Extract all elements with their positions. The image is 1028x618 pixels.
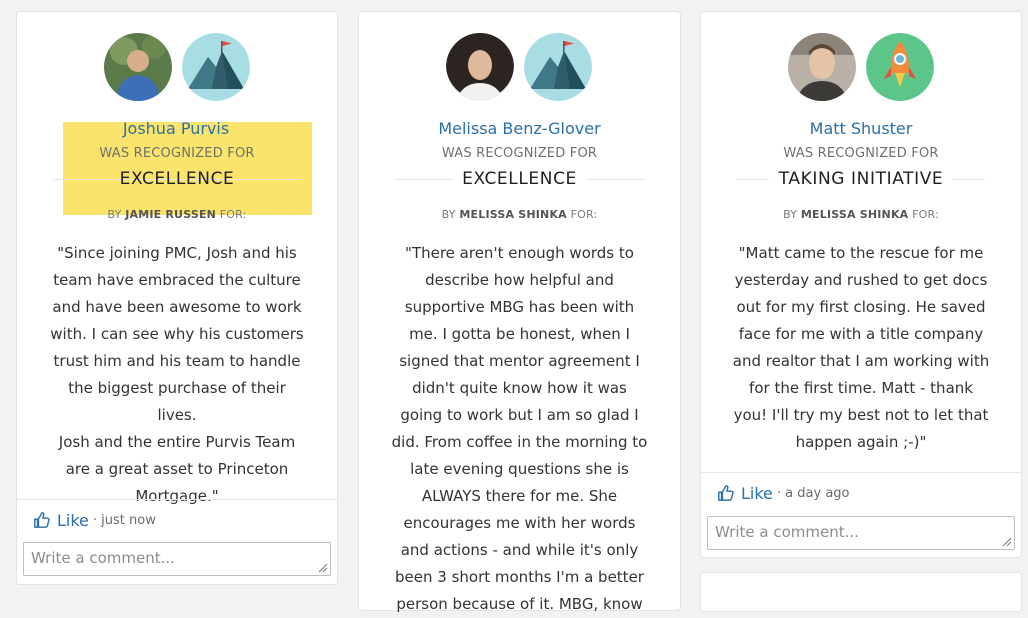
recognition-message: "Since joining PMC, Josh and his team ha… (47, 240, 307, 510)
quote-line: out for my first closing. He saved (736, 298, 986, 316)
quote-line: team have embraced the culture (53, 271, 301, 289)
mountain-flag-icon (524, 33, 592, 101)
quote-line: me. I gotta be honest, when I (409, 325, 630, 343)
recognizer-name[interactable]: MELISSA SHINKA (459, 208, 567, 221)
quote-line: yesterday and rushed to get docs (734, 271, 988, 289)
quote-line: trust him and his team to handle (53, 352, 301, 370)
avatar[interactable] (104, 33, 172, 101)
quote-line: late evening questions she is (410, 460, 629, 478)
quote-line: been 3 short months I'm a better (395, 568, 644, 586)
quote-line: signed that mentor agreement I (399, 352, 640, 370)
recognition-message: "Matt came to the rescue for me yesterda… (727, 240, 995, 456)
quote-line: ALWAYS there for me. She (421, 487, 618, 505)
rocket-icon (866, 33, 934, 101)
resize-handle-icon[interactable] (318, 563, 328, 573)
quote-line: person because of it. MBG, know (396, 595, 643, 613)
comment-placeholder: Write a comment... (715, 523, 859, 541)
by-prefix: BY (783, 208, 798, 221)
card-footer: Like · a day ago Write a comment... (701, 472, 1021, 559)
quote-line: encourages me with her words (403, 514, 636, 532)
recognition-message: "There aren't enough words to describe h… (387, 240, 652, 618)
like-row: Like · just now (33, 509, 156, 531)
quote-line: supportive MBG has been with (404, 298, 635, 316)
recognition-card-melissa: Melissa Benz-Glover WAS RECOGNIZED FOR E… (358, 11, 681, 613)
quote-line: "Matt came to the rescue for me (738, 244, 984, 262)
avatar-group (17, 33, 337, 103)
post-timestamp: · a day ago (776, 485, 850, 501)
quote-line: didn't quite know how it was (412, 379, 627, 397)
recognizer-name[interactable]: MELISSA SHINKA (801, 208, 909, 221)
comment-input[interactable]: Write a comment... (23, 542, 331, 576)
quote-line: and actions - and while it's only (400, 541, 639, 559)
by-suffix: FOR: (912, 208, 939, 221)
quote-line: you! I'll try my best not to let that (733, 406, 989, 424)
quote-line: face for me with a title company (738, 325, 984, 343)
like-button[interactable]: Like (741, 484, 773, 503)
avatar[interactable] (446, 33, 514, 101)
recognized-by: BY JAMIE RUSSEN FOR: (17, 208, 337, 221)
quote-line: going to work but I am so glad I (400, 406, 639, 424)
avatar[interactable] (788, 33, 856, 101)
quote-line: Josh and the entire Purvis Team (58, 433, 296, 451)
quote-line: for the first time. Matt - thank (749, 379, 973, 397)
recipient-name[interactable]: Matt Shuster (701, 119, 1021, 138)
like-row: Like · a day ago (717, 482, 850, 504)
award-row: TAKING INITIATIVE (737, 167, 985, 191)
resize-handle-icon[interactable] (1002, 537, 1012, 547)
card-footer: Like · just now Write a comment... (17, 499, 337, 586)
quote-line: describe how helpful and (425, 271, 614, 289)
award-title: EXCELLENCE (119, 169, 235, 189)
recognition-card-joshua: Joshua Purvis WAS RECOGNIZED FOR EXCELLE… (16, 11, 338, 585)
award-title: EXCELLENCE (452, 167, 587, 191)
recipient-name[interactable]: Joshua Purvis (15, 119, 337, 138)
award-title: TAKING INITIATIVE (768, 167, 954, 191)
quote-line: with. I can see why his customers (50, 325, 304, 343)
quote-line: and realtor that I am working with (732, 352, 990, 370)
recognized-by: BY MELISSA SHINKA FOR: (701, 208, 1021, 221)
thumbs-up-icon[interactable] (33, 511, 51, 529)
quote-line: did. From coffee in the morning to (391, 433, 648, 451)
award-row: EXCELLENCE (53, 167, 301, 191)
quote-line: the biggest purchase of their lives. (68, 379, 286, 424)
quote-line: "There aren't enough words to (405, 244, 634, 262)
mountain-flag-icon (182, 33, 250, 101)
thumbs-up-icon[interactable] (717, 484, 735, 502)
recognized-for-label: WAS RECOGNIZED FOR (783, 146, 939, 161)
recognized-for-label: WAS RECOGNIZED FOR (99, 146, 255, 161)
avatar-group (701, 33, 1021, 103)
quote-line: are a great asset to Princeton (65, 460, 289, 478)
recognizer-name[interactable]: JAMIE RUSSEN (125, 208, 216, 221)
by-prefix: BY (107, 208, 122, 221)
by-suffix: FOR: (219, 208, 247, 221)
recognition-card-next (700, 572, 1022, 612)
like-button[interactable]: Like (57, 511, 89, 530)
by-prefix: BY (441, 208, 456, 221)
by-suffix: FOR: (570, 208, 598, 221)
post-timestamp: · just now (92, 512, 156, 528)
quote-line: happen again ;-)" (795, 433, 927, 451)
recognized-by: BY MELISSA SHINKA FOR: (359, 208, 680, 221)
comment-placeholder: Write a comment... (31, 549, 175, 567)
recognition-card-matt: Matt Shuster WAS RECOGNIZED FOR TAKING I… (700, 11, 1022, 558)
quote-line: and have been awesome to work (52, 298, 302, 316)
award-row: EXCELLENCE (395, 167, 644, 191)
recognized-for-label: WAS RECOGNIZED FOR (441, 146, 598, 161)
comment-input[interactable]: Write a comment... (707, 516, 1015, 550)
quote-line: "Since joining PMC, Josh and his (57, 244, 297, 262)
recipient-name[interactable]: Melissa Benz-Glover (359, 119, 680, 138)
avatar-group (359, 33, 680, 103)
